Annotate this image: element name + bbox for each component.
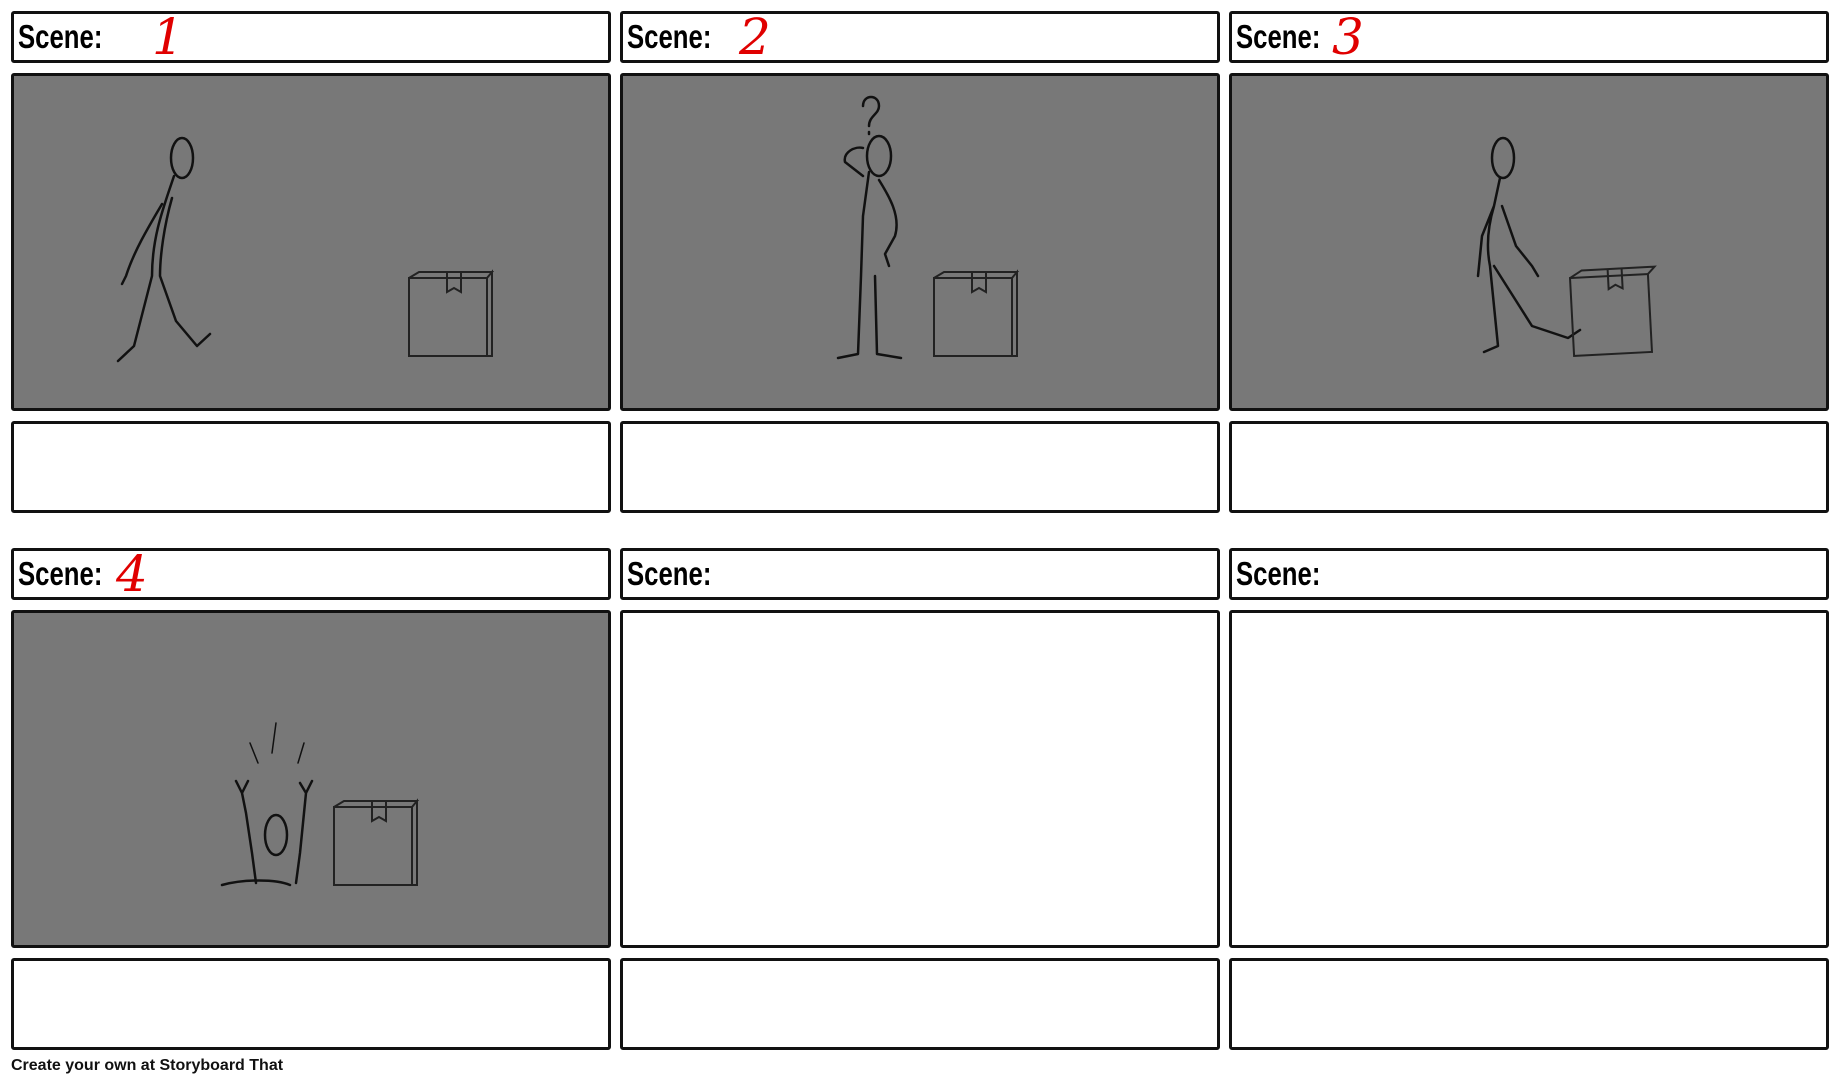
scene-description-5[interactable] (620, 958, 1220, 1050)
scene-artwork-2[interactable] (620, 73, 1220, 411)
scene-label: Scene: (1236, 555, 1321, 592)
figure-in-hole-and-box-drawing (220, 722, 420, 887)
kicking-figure-and-box-drawing (1476, 136, 1657, 358)
figure-head (263, 813, 289, 857)
scene-description-1[interactable] (11, 421, 611, 513)
scene-label: Scene: (627, 555, 712, 592)
scene-label: Scene: (627, 18, 712, 55)
scene-description-6[interactable] (1229, 958, 1829, 1050)
cardboard-box-icon (1568, 265, 1657, 358)
scene-header-5[interactable]: Scene: (620, 548, 1220, 600)
scene-header-1[interactable]: Scene: 1 (11, 11, 611, 63)
figure-body (234, 779, 314, 885)
figure-body (116, 174, 212, 363)
figure-head (865, 134, 893, 178)
figure-head (169, 136, 195, 180)
scene-number: 4 (116, 545, 148, 603)
scene-header-2[interactable]: Scene: 2 (620, 11, 1220, 63)
scene-header-3[interactable]: Scene: 3 (1229, 11, 1829, 63)
question-mark-icon (861, 95, 881, 136)
cardboard-box-icon (333, 798, 420, 886)
scene-number: 3 (1332, 8, 1364, 66)
cardboard-box-icon (408, 269, 495, 357)
scene-description-3[interactable] (1229, 421, 1829, 513)
storyboard-that-credit-link[interactable]: Create your own at Storyboard That (11, 1057, 283, 1075)
cardboard-box-icon (933, 269, 1020, 357)
scene-description-4[interactable] (11, 958, 611, 1050)
scene-artwork-1[interactable] (11, 73, 611, 411)
scene-description-2[interactable] (620, 421, 1220, 513)
scene-artwork-3[interactable] (1229, 73, 1829, 411)
scene-label: Scene: (18, 18, 103, 55)
scene-header-6[interactable]: Scene: (1229, 548, 1829, 600)
scene-artwork-5[interactable] (620, 610, 1220, 948)
scene-number: 1 (152, 8, 184, 66)
walking-figure-and-box-drawing (116, 136, 495, 363)
scene-label: Scene: (18, 555, 103, 592)
scene-artwork-4[interactable] (11, 610, 611, 948)
scene-label: Scene: (1236, 18, 1321, 55)
scene-number: 2 (739, 8, 771, 66)
puzzled-figure-and-box-drawing (836, 95, 1020, 360)
figure-body (836, 146, 903, 360)
motion-lines (249, 722, 305, 764)
figure-head (1490, 136, 1516, 180)
scene-header-4[interactable]: Scene: 4 (11, 548, 611, 600)
scene-artwork-6[interactable] (1229, 610, 1829, 948)
figure-body (1476, 176, 1582, 354)
